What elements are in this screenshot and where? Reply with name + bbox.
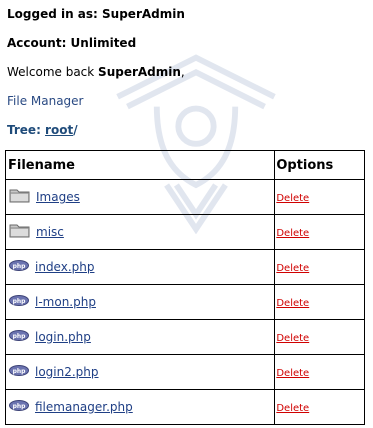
tree-root-link[interactable]: root (45, 123, 73, 137)
table-row: php login2.php Delete (4, 354, 365, 390)
file-rows: Images Delete misc Delete php index.php Delete… (4, 179, 365, 425)
options-cell: Delete (274, 249, 365, 285)
options-cell: Delete (274, 354, 365, 390)
folder-icon (9, 187, 30, 207)
php-file-icon: php (9, 295, 29, 309)
table-row: php filemanager.php Delete (4, 389, 365, 425)
php-file-icon: php (9, 400, 29, 414)
delete-link[interactable]: Delete (275, 228, 309, 239)
filename-cell: misc (4, 214, 276, 250)
file-link[interactable]: l-mon.php (35, 295, 96, 309)
tree-breadcrumb: Tree: root/ (7, 123, 78, 137)
table-row: php login.php Delete (4, 319, 365, 355)
filename-cell: php login2.php (4, 354, 276, 390)
filename-wrap: misc (6, 222, 274, 242)
svg-text:php: php (13, 333, 27, 340)
welcome-prefix: Welcome back (7, 65, 99, 79)
welcome-username: SuperAdmin (98, 65, 181, 79)
options-cell: Delete (274, 389, 365, 425)
php-file-icon: php (9, 260, 29, 274)
tree-separator: / (73, 123, 78, 137)
file-link[interactable]: Images (36, 190, 80, 204)
delete-link[interactable]: Delete (275, 193, 309, 204)
welcome-message: Welcome back SuperAdmin, (7, 65, 185, 79)
file-manager-link[interactable]: File Manager (7, 94, 84, 108)
folder-icon (9, 222, 30, 242)
delete-link[interactable]: Delete (275, 368, 309, 379)
filename-wrap: php login.php (6, 330, 274, 344)
table-row: Images Delete (4, 179, 365, 215)
filename-wrap: php filemanager.php (6, 400, 274, 414)
svg-text:php: php (13, 263, 27, 270)
filename-wrap: php l-mon.php (6, 295, 274, 309)
table-row: php index.php Delete (4, 249, 365, 285)
svg-text:php: php (13, 298, 27, 305)
options-cell: Delete (274, 179, 365, 215)
file-table: Filename Options Images Delete misc Delete p… (4, 150, 365, 425)
file-link[interactable]: login.php (35, 330, 91, 344)
account-status: Account: Unlimited (7, 36, 137, 50)
table-header-row: Filename Options (4, 150, 365, 180)
delete-link[interactable]: Delete (275, 263, 309, 274)
table-row: misc Delete (4, 214, 365, 250)
php-file-icon: php (9, 330, 29, 344)
svg-text:php: php (13, 403, 27, 410)
filename-wrap: php index.php (6, 260, 274, 274)
filename-cell: php filemanager.php (4, 389, 276, 425)
options-cell: Delete (274, 319, 365, 355)
logged-in-status: Logged in as: SuperAdmin (7, 7, 185, 21)
php-file-icon: php (9, 365, 29, 379)
filename-cell: php index.php (4, 249, 276, 285)
delete-link[interactable]: Delete (275, 298, 309, 309)
tree-label: Tree: (7, 123, 46, 137)
options-cell: Delete (274, 284, 365, 320)
delete-link[interactable]: Delete (275, 333, 309, 344)
file-link[interactable]: misc (36, 225, 64, 239)
filename-cell: php login.php (4, 319, 276, 355)
svg-text:php: php (13, 368, 27, 375)
filename-cell: php l-mon.php (4, 284, 276, 320)
filename-wrap: php login2.php (6, 365, 274, 379)
filename-wrap: Images (6, 187, 274, 207)
filename-cell: Images (4, 179, 276, 215)
file-link[interactable]: login2.php (35, 365, 99, 379)
options-column-header: Options (274, 150, 365, 180)
filename-column-header: Filename (4, 150, 276, 180)
options-cell: Delete (274, 214, 365, 250)
welcome-suffix: , (180, 65, 185, 79)
delete-link[interactable]: Delete (275, 403, 309, 414)
file-link[interactable]: filemanager.php (35, 400, 133, 414)
file-link[interactable]: index.php (35, 260, 94, 274)
table-row: php l-mon.php Delete (4, 284, 365, 320)
